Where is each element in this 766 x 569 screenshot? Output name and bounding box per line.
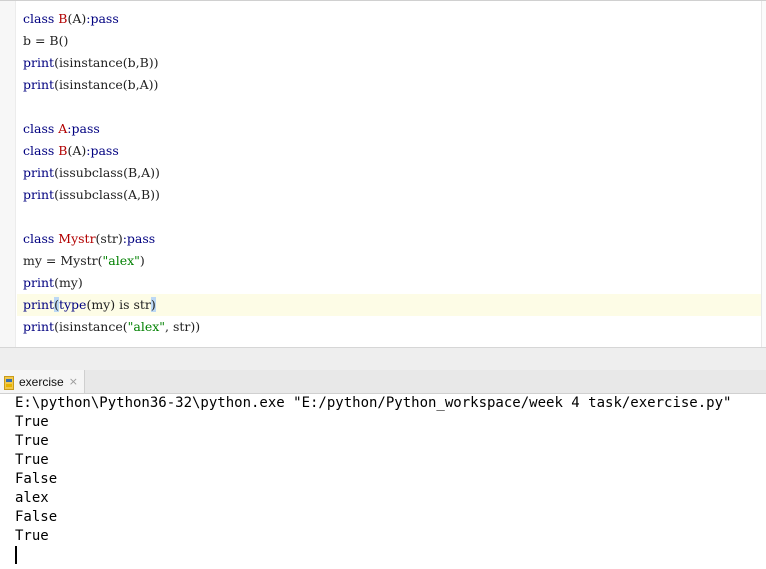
code-token: :pass (86, 143, 119, 158)
code-token: (issubclass(B,A)) (54, 165, 160, 180)
code-line[interactable]: class A:pass (23, 118, 100, 140)
code-token: (isinstance( (54, 319, 128, 334)
console-text-cursor (15, 546, 17, 564)
close-icon[interactable]: × (69, 376, 78, 387)
code-token: :pass (122, 231, 156, 246)
console-command-line: E:\python\Python36-32\python.exe "E:/pyt… (15, 395, 732, 411)
code-token: (A) (67, 143, 87, 158)
run-console[interactable]: E:\python\Python36-32\python.exe "E:/pyt… (0, 394, 766, 569)
code-token: (A) (67, 11, 87, 26)
run-tab-bar: exercise × (0, 370, 766, 394)
editor-scrollbar[interactable] (761, 1, 766, 347)
code-line[interactable]: class Mystr(str):pass (23, 228, 155, 250)
console-output-line: False (15, 471, 58, 487)
code-line[interactable]: print(issubclass(B,A)) (23, 162, 160, 184)
code-token: b = B() (23, 33, 69, 48)
code-token: Mystr (58, 231, 96, 246)
code-line[interactable]: my = Mystr("alex") (23, 250, 145, 272)
code-token: (isinstance(b,A)) (54, 77, 159, 92)
code-editor[interactable]: class B(A):pass b = B() print(isinstance(b… (0, 0, 766, 347)
code-token: print (23, 275, 55, 290)
console-output-line: False (15, 509, 58, 525)
code-line[interactable]: print(isinstance(b,B)) (23, 52, 159, 74)
run-tab-exercise[interactable]: exercise × (0, 370, 85, 393)
console-output-line: alex (15, 490, 49, 506)
code-line[interactable]: class B(A):pass (23, 8, 119, 30)
code-token: print (23, 319, 55, 334)
code-token: ) (150, 297, 156, 312)
console-output-line: True (15, 452, 49, 468)
code-line[interactable]: print(isinstance(b,A)) (23, 74, 158, 96)
code-token: class (23, 231, 59, 246)
code-token: class (23, 121, 59, 136)
code-token: (isinstance(b,B)) (54, 55, 159, 70)
code-token: ) (139, 253, 145, 268)
code-line-current[interactable]: print(type(my) is str) (17, 294, 761, 316)
code-token: "alex" (127, 319, 166, 334)
code-token: print (23, 165, 55, 180)
code-token: "alex" (102, 253, 140, 268)
code-token: print (23, 55, 55, 70)
code-token: (my) (54, 275, 83, 290)
console-output-line: True (15, 414, 49, 430)
editor-gutter (0, 1, 16, 347)
code-token: (my) is str (86, 297, 151, 312)
code-line[interactable]: print(issubclass(A,B)) (23, 184, 160, 206)
code-token: A (58, 121, 68, 136)
code-line[interactable]: class B(A):pass (23, 140, 119, 162)
code-token: my = Mystr( (23, 253, 103, 268)
code-token: :pass (86, 11, 119, 26)
code-token: class (23, 143, 59, 158)
code-token: print (23, 77, 55, 92)
console-output-line: True (15, 528, 49, 544)
code-token: class (23, 11, 59, 26)
python-file-icon (4, 375, 14, 390)
code-line[interactable]: b = B() (23, 30, 68, 52)
code-token: print (23, 297, 55, 312)
run-tab-label: exercise (19, 374, 64, 389)
code-token: type (58, 297, 87, 312)
code-token: , str)) (165, 319, 201, 334)
code-line[interactable]: print(my) (23, 272, 83, 294)
code-line[interactable]: print(isinstance("alex", str)) (23, 316, 200, 338)
code-token: :pass (67, 121, 100, 136)
code-token: print (23, 187, 55, 202)
code-token: (str) (95, 231, 123, 246)
panel-splitter[interactable] (0, 347, 766, 370)
code-token: (issubclass(A,B)) (54, 187, 160, 202)
console-output-line: True (15, 433, 49, 449)
